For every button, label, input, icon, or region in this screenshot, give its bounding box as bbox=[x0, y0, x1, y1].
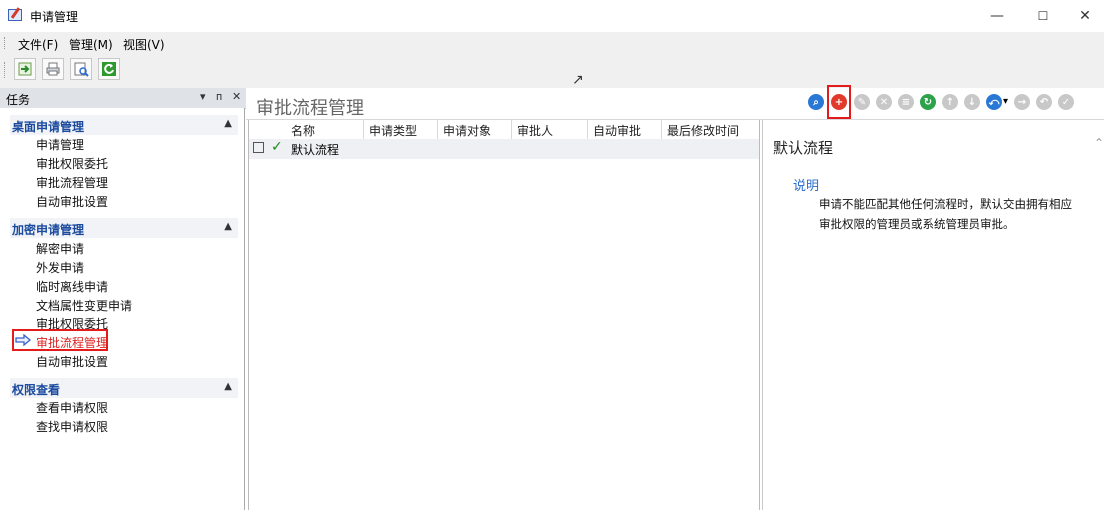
column-header-target[interactable]: 申请对象 bbox=[443, 122, 491, 139]
panel-close-icon[interactable]: ✕ bbox=[232, 90, 241, 103]
search-icon[interactable]: ⌕ bbox=[808, 94, 824, 110]
detail-description: 申请不能匹配其他任何流程时，默认交由拥有相应审批权限的管理员或系统管理员审批。 bbox=[819, 197, 1072, 231]
group-desktop-apply[interactable]: 桌面申请管理 ▲ bbox=[10, 115, 238, 135]
mouse-cursor-icon: ↗ bbox=[572, 72, 584, 88]
column-header-auto[interactable]: 自动审批 bbox=[593, 122, 641, 139]
share-icon[interactable]: ⤺ bbox=[986, 94, 1002, 110]
group-permission-view[interactable]: 权限查看 ▲ bbox=[10, 378, 238, 398]
maximize-button[interactable]: ☐ bbox=[1020, 0, 1066, 32]
task-item-outgoing[interactable]: 外发申请 bbox=[36, 259, 84, 276]
share-dropdown-icon[interactable]: ▾ bbox=[1003, 96, 1008, 107]
table-row[interactable]: ✓ 默认流程 bbox=[249, 139, 759, 159]
group-title: 桌面申请管理 bbox=[12, 120, 85, 134]
close-button[interactable]: ✕ bbox=[1062, 0, 1104, 32]
refresh-icon[interactable] bbox=[98, 58, 120, 80]
menu-file[interactable]: 文件(F) bbox=[18, 36, 58, 53]
check-icon: ✓ bbox=[271, 139, 283, 155]
reject-icon[interactable]: ✓ bbox=[1058, 94, 1074, 110]
collapse-icon[interactable]: ▲ bbox=[224, 221, 232, 232]
collapse-icon[interactable]: ▲ bbox=[224, 118, 232, 129]
group-title: 权限查看 bbox=[12, 383, 61, 397]
undo-icon[interactable]: ↶ bbox=[1036, 94, 1052, 110]
toolbar bbox=[0, 54, 1104, 88]
group-encrypt-apply[interactable]: 加密申请管理 ▲ bbox=[10, 218, 238, 238]
menu-bar: 文件(F) 管理(M) 视图(V) bbox=[0, 32, 1104, 54]
properties-icon[interactable]: ≡ bbox=[898, 94, 914, 110]
task-item-find-permission[interactable]: 查找申请权限 bbox=[36, 418, 108, 435]
column-header-approver[interactable]: 审批人 bbox=[517, 122, 553, 139]
collapse-icon[interactable]: ▲ bbox=[224, 381, 232, 392]
task-item-auto-approval-2[interactable]: 自动审批设置 bbox=[36, 353, 108, 370]
import-icon[interactable] bbox=[14, 58, 36, 80]
print-icon[interactable] bbox=[42, 58, 64, 80]
approve-icon[interactable]: → bbox=[1014, 94, 1030, 110]
column-header-name[interactable]: 名称 bbox=[291, 122, 315, 139]
add-button-highlight bbox=[827, 85, 851, 119]
scroll-up-icon[interactable]: ⌃ bbox=[1094, 136, 1104, 150]
toolbar-grip bbox=[4, 62, 7, 78]
title-bar: 申请管理 — ☐ ✕ bbox=[0, 0, 1104, 32]
row-checkbox[interactable] bbox=[253, 142, 264, 153]
detail-title: 默认流程 bbox=[773, 139, 834, 157]
menu-view[interactable]: 视图(V) bbox=[123, 36, 165, 53]
task-item-decrypt[interactable]: 解密申请 bbox=[36, 240, 84, 257]
edit-icon[interactable]: ✎ bbox=[854, 94, 870, 110]
active-item-highlight bbox=[12, 329, 108, 351]
column-header-type[interactable]: 申请类型 bbox=[369, 122, 417, 139]
minimize-button[interactable]: — bbox=[974, 0, 1020, 32]
task-item-doc-property[interactable]: 文档属性变更申请 bbox=[36, 297, 132, 314]
group-title: 加密申请管理 bbox=[12, 223, 85, 237]
task-item-auto-approval[interactable]: 自动审批设置 bbox=[36, 193, 108, 210]
task-item-apply-manage[interactable]: 申请管理 bbox=[36, 136, 84, 153]
page-title: 审批流程管理 bbox=[256, 98, 364, 119]
task-item-delegate[interactable]: 审批权限委托 bbox=[36, 155, 108, 172]
flow-table: 名称 申请类型 申请对象 审批人 自动审批 最后修改时间 ✓ 默认流程 bbox=[248, 120, 760, 510]
detail-section-title: 说明 bbox=[793, 179, 820, 194]
task-item-approval-flow[interactable]: 审批流程管理 bbox=[36, 174, 108, 191]
row-name: 默认流程 bbox=[291, 143, 340, 157]
delete-icon[interactable]: ✕ bbox=[876, 94, 892, 110]
refresh-green-icon[interactable]: ↻ bbox=[920, 94, 936, 110]
app-icon bbox=[8, 9, 22, 21]
move-up-icon[interactable]: ↑ bbox=[942, 94, 958, 110]
panel-dropdown-icon[interactable]: ▾ bbox=[200, 90, 206, 103]
panel-pin-icon[interactable]: ᴨ bbox=[216, 90, 222, 103]
tasks-panel-title: 任务 bbox=[6, 93, 31, 107]
menu-manage[interactable]: 管理(M) bbox=[69, 36, 113, 53]
detail-pane: 默认流程 说明 申请不能匹配其他任何流程时，默认交由拥有相应审批权限的管理员或系… bbox=[762, 120, 1104, 510]
print-preview-icon[interactable] bbox=[70, 58, 92, 80]
window-title: 申请管理 bbox=[30, 10, 79, 24]
tasks-panel-header: 任务 ▾ ᴨ ✕ bbox=[0, 88, 246, 109]
task-item-view-permission[interactable]: 查看申请权限 bbox=[36, 399, 108, 416]
menu-grip bbox=[4, 37, 7, 49]
move-down-icon[interactable]: ↓ bbox=[964, 94, 980, 110]
column-header-modified[interactable]: 最后修改时间 bbox=[667, 122, 739, 139]
task-item-offline[interactable]: 临时离线申请 bbox=[36, 278, 108, 295]
